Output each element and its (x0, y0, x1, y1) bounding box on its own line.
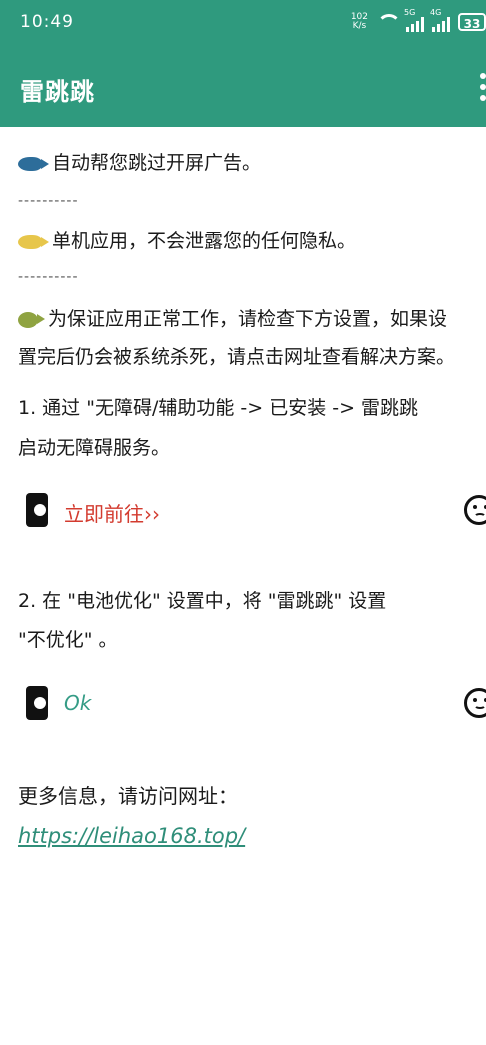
battery-icon: 33 (458, 13, 486, 31)
happy-face-icon (464, 688, 486, 718)
step2-text-1: 2. 在 "电池优化" 设置中，将 "雷跳跳" 设置 (18, 590, 387, 612)
status-icons: 102 K/s 5G 4G 33 (351, 8, 486, 34)
app-title: 雷跳跳 (20, 78, 95, 106)
website-link[interactable]: https://leihao168.top/ (18, 824, 245, 848)
more-info-text: 更多信息，请访问网址： (18, 784, 238, 808)
wifi-icon (376, 13, 401, 31)
notice-text-2: 置完后仍会被系统杀死，请点击网址查看解决方案。 (18, 346, 456, 368)
app-bar: 雷跳跳 (0, 48, 486, 127)
notice-line-1: 为保证应用正常工作，请检查下方设置，如果设 (18, 304, 447, 331)
signal-4g-icon: 4G (430, 8, 450, 32)
step1-text-1: 1. 通过 "无障碍/辅助功能 -> 已安装 -> 雷跳跳 (18, 397, 419, 419)
website-url[interactable]: https://leihao168.top/ (18, 824, 245, 848)
step2-text-2: "不优化" 。 (18, 629, 118, 651)
step1-action-row[interactable]: 立即前往›› (0, 491, 486, 531)
more-vert-icon[interactable] (480, 70, 486, 106)
status-time: 10:49 (20, 12, 74, 32)
signal-4g-label: 4G (430, 8, 442, 17)
battery-ok-status[interactable]: Ok (64, 691, 91, 715)
feature-line-1: 自动帮您跳过开屏广告。 (18, 148, 261, 175)
phone-settings-icon (26, 686, 48, 720)
blowfish-icon (18, 311, 45, 328)
signal-5g-label: 5G (404, 8, 416, 17)
phone-settings-icon (26, 493, 48, 527)
feature-line-2: 单机应用，不会泄露您的任何隐私。 (18, 226, 356, 253)
separator-2: ---------- (18, 269, 79, 285)
step2-action-row[interactable]: Ok (0, 684, 486, 724)
status-bar: 10:49 102 K/s 5G 4G 33 (0, 0, 486, 48)
step1-text-2: 启动无障碍服务。 (18, 437, 171, 459)
fish-icon (18, 156, 49, 171)
network-speed-unit: K/s (352, 21, 367, 31)
sad-face-icon (464, 495, 486, 525)
network-speed: 102 K/s (351, 13, 368, 31)
feature-text-2: 单机应用，不会泄露您的任何隐私。 (52, 230, 357, 252)
separator-1: ---------- (18, 193, 79, 209)
goto-accessibility-button[interactable]: 立即前往›› (64, 498, 160, 527)
tropical-fish-icon (18, 234, 49, 249)
notice-text-1: 为保证应用正常工作，请检查下方设置，如果设 (48, 308, 448, 330)
signal-5g-icon: 5G (404, 8, 424, 32)
feature-text-1: 自动帮您跳过开屏广告。 (52, 152, 262, 174)
